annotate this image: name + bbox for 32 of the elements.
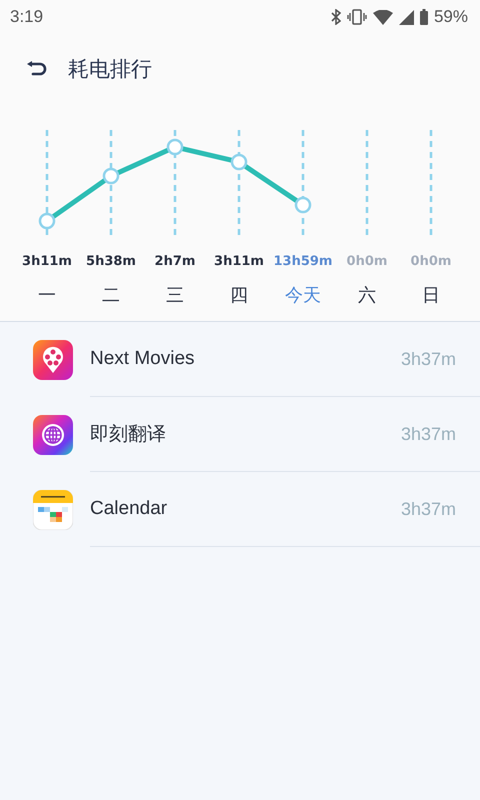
day-tab[interactable]: 一	[38, 283, 56, 307]
back-icon[interactable]	[26, 61, 48, 77]
day-tab[interactable]: 四	[230, 283, 248, 307]
battery-percent: 59%	[434, 7, 468, 27]
app-name: Calendar	[90, 498, 168, 520]
day-tab[interactable]: 六	[358, 283, 376, 307]
day-usage: 3h11m	[22, 254, 72, 269]
day-tab[interactable]: 三	[166, 283, 184, 307]
bluetooth-icon	[330, 9, 341, 25]
day-usage: 13h59m	[274, 254, 332, 269]
signal-icon	[398, 10, 414, 24]
day-usage: 3h11m	[214, 254, 264, 269]
app-usage: 3h37m	[400, 348, 456, 370]
vibrate-icon	[346, 9, 367, 25]
day-tab[interactable]: 日	[422, 283, 440, 307]
day-tab[interactable]: 今天	[285, 283, 321, 307]
app-icon	[33, 340, 73, 380]
globe-icon	[33, 414, 73, 454]
wifi-icon	[372, 10, 393, 24]
day-tab[interactable]: 二	[102, 283, 120, 307]
app-name: 即刻翻译	[90, 423, 166, 447]
calendar-icon	[33, 490, 73, 530]
status-time: 3:19	[10, 7, 44, 27]
app-usage: 3h37m	[400, 498, 456, 520]
page-title: 耗电排行	[68, 56, 152, 83]
app-name: Next Movies	[90, 348, 195, 370]
battery-icon	[420, 9, 428, 25]
day-usage: 0h0m	[346, 254, 388, 269]
day-usage: 2h7m	[154, 254, 196, 269]
app-usage: 3h37m	[400, 424, 456, 444]
day-usage: 0h0m	[410, 254, 452, 269]
day-usage: 5h38m	[86, 254, 136, 269]
